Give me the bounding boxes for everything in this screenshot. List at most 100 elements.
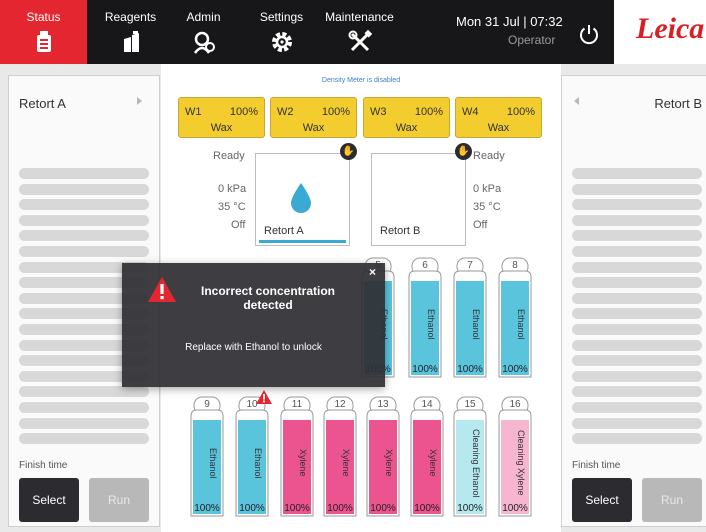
station-id: W3 [370,106,387,118]
user-role: Operator [508,33,556,47]
bottle-14[interactable]: 14 Xylene 100% [408,396,446,519]
gear-icon [271,32,292,52]
hand-icon[interactable]: ✋ [455,143,472,160]
retort-b-pressure: 0 kPa [473,183,502,195]
run-button[interactable]: Run [89,478,149,522]
bottle-number: 9 [204,399,210,410]
bottle-11[interactable]: 11 Xylene 100% [278,396,316,519]
select-button[interactable]: Select [572,478,632,522]
station-id: W2 [277,106,294,118]
bottle-13[interactable]: 13 Xylene 100% [364,396,402,519]
tab-maintenance[interactable]: Maintenance [316,0,403,64]
tab-status[interactable]: Status [0,0,87,64]
density-meter-note: Density Meter is disabled [321,77,401,84]
bottle-reagent: Xylene [384,449,394,477]
bottle-number: 14 [421,399,433,410]
wax-station-w3[interactable]: W3 100% Wax [363,97,450,138]
concentration-alert: × Incorrect concentration detected Repla… [122,263,385,387]
tab-maintenance-label: Maintenance [325,10,394,24]
bottle-7[interactable]: 7 Ethanol 100% [451,257,489,380]
bottle-6[interactable]: 6 Ethanol 100% [406,257,444,380]
wax-station-w2[interactable]: W2 100% Wax [270,97,357,138]
bottle-number: 6 [422,260,428,271]
bottle-number: 12 [334,399,346,410]
retort-a-selected-bar [259,240,346,243]
top-bar: Status Reagents Admin Settings Maintenan… [0,0,706,64]
select-button[interactable]: Select [19,478,79,522]
status-icon [36,31,51,52]
tab-admin-label: Admin [186,10,221,24]
tab-settings-label: Settings [259,10,304,24]
bottle-percent: 100% [414,503,440,514]
logo-area: Leica [614,0,706,64]
bottle-15[interactable]: 15 Cleaning Ethanol 100% [451,396,489,519]
alert-triangle-icon [148,277,176,302]
finish-time-label: Finish time [572,460,621,471]
bottle-percent: 100% [412,364,438,375]
station-id: W1 [185,106,202,118]
station-percent: 100% [229,106,258,118]
leica-logo: Leica [636,12,705,45]
tab-admin[interactable]: Admin [160,0,247,64]
alert-message: Replace with Ethanol to unlock [185,342,322,353]
bottle-percent: 100% [327,503,353,514]
finish-time-label: Finish time [19,460,68,471]
bottle-number: 8 [512,260,518,271]
station-reagent: Wax [302,122,325,134]
liquid-drop-icon [291,183,311,213]
hand-icon[interactable]: ✋ [340,143,357,160]
bottle-8[interactable]: 8 Ethanol 100% [496,257,534,380]
retort-b-state: Ready [473,150,505,162]
bottle-reagent: Xylene [298,449,308,477]
retort-b-stirrer: Off [473,219,488,231]
protocol-placeholder [572,168,702,449]
retort-a-label: Retort A [264,225,304,237]
collapse-arrow-icon[interactable] [574,97,579,105]
station-reagent: Wax [487,122,510,134]
station-reagent: Wax [210,122,233,134]
warning-icon[interactable] [255,389,273,405]
bottle-percent: 100% [370,503,396,514]
bottle-percent: 100% [502,364,528,375]
expand-arrow-icon[interactable] [137,97,142,105]
bottle-9[interactable]: 9 Ethanol 100% [188,396,226,519]
bottle-10[interactable]: 10 Ethanol 100% [233,396,271,519]
bottle-percent: 100% [457,364,483,375]
retort-b-panel: Retort B Finish time Select Run [561,75,706,527]
retort-b[interactable]: Retort B [371,153,466,246]
bottle-reagent: Xylene [341,449,351,477]
retort-a-temperature: 35 °C [218,201,246,213]
bottle-reagent: Ethanol [253,447,263,479]
bottle-percent: 100% [239,503,265,514]
bottle-reagent: Ethanol [471,308,481,340]
bottle-number: 15 [464,399,476,410]
run-button[interactable]: Run [642,478,702,522]
bottle-reagent: Xylene [428,449,438,477]
bottle-number: 11 [291,399,303,410]
retort-a[interactable]: Retort A [255,153,350,246]
wax-station-w4[interactable]: W4 100% Wax [455,97,542,138]
bottle-percent: 100% [284,503,310,514]
retort-a-stirrer: Off [231,219,246,231]
bottle-number: 13 [377,399,389,410]
tab-settings[interactable]: Settings [238,0,325,64]
bottle-12[interactable]: 12 Xylene 100% [321,396,359,519]
bottle-reagent: Cleaning Ethanol [471,428,481,498]
power-icon[interactable] [577,22,601,46]
retort-b-panel-title: Retort B [654,96,702,111]
retort-b-temperature: 35 °C [473,201,501,213]
alert-title: Incorrect concentration detected [200,284,336,312]
bottle-percent: 100% [502,503,528,514]
bottle-percent: 100% [457,503,483,514]
bottle-reagent: Ethanol [516,308,526,340]
clock: Mon 31 Jul | 07:32 [456,14,563,29]
bottle-16[interactable]: 16 Cleaning Xylene 100% [496,396,534,519]
retort-a-state: Ready [213,150,245,162]
retort-b-label: Retort B [380,225,421,237]
close-icon[interactable]: × [369,265,376,279]
station-percent: 100% [506,106,535,118]
tab-status-label: Status [26,10,61,24]
bottle-reagent: Cleaning Xylene [516,430,526,496]
tools-icon [348,29,372,52]
wax-station-w1[interactable]: W1 100% Wax [178,97,265,138]
